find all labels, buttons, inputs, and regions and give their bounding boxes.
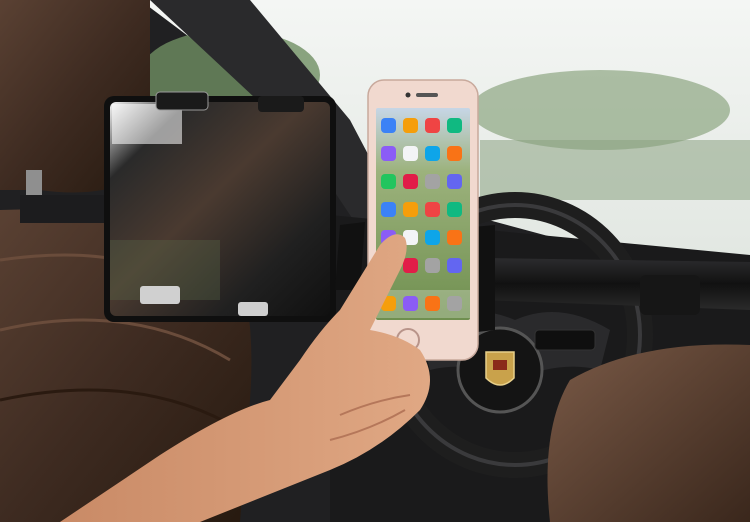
app-icon [447,202,462,217]
app-icon [425,146,440,161]
app-icon [425,174,440,189]
app-icon [425,230,440,245]
app-icon [403,146,418,161]
app-icon [381,202,396,217]
app-icon [381,174,396,189]
smartphone [367,79,479,361]
app-icon [425,202,440,217]
app-icon [447,258,462,273]
app-icon [403,174,418,189]
dock-app-icon [403,296,418,311]
foliage [470,70,730,150]
dock-app-icon [425,296,440,311]
hedge [480,140,750,200]
app-icon [381,118,396,133]
dock-app-icon [447,296,462,311]
car-emblem [485,351,515,386]
app-icon [447,118,462,133]
tablet [104,91,336,322]
app-icon [403,202,418,217]
app-icon [447,174,462,189]
app-icon [403,258,418,273]
photo-scene [0,0,750,522]
app-icon [425,118,440,133]
app-icon [425,258,440,273]
photo-canvas [0,0,750,522]
app-icon [447,146,462,161]
app-icon [447,230,462,245]
app-icon [381,146,396,161]
app-icon [403,118,418,133]
